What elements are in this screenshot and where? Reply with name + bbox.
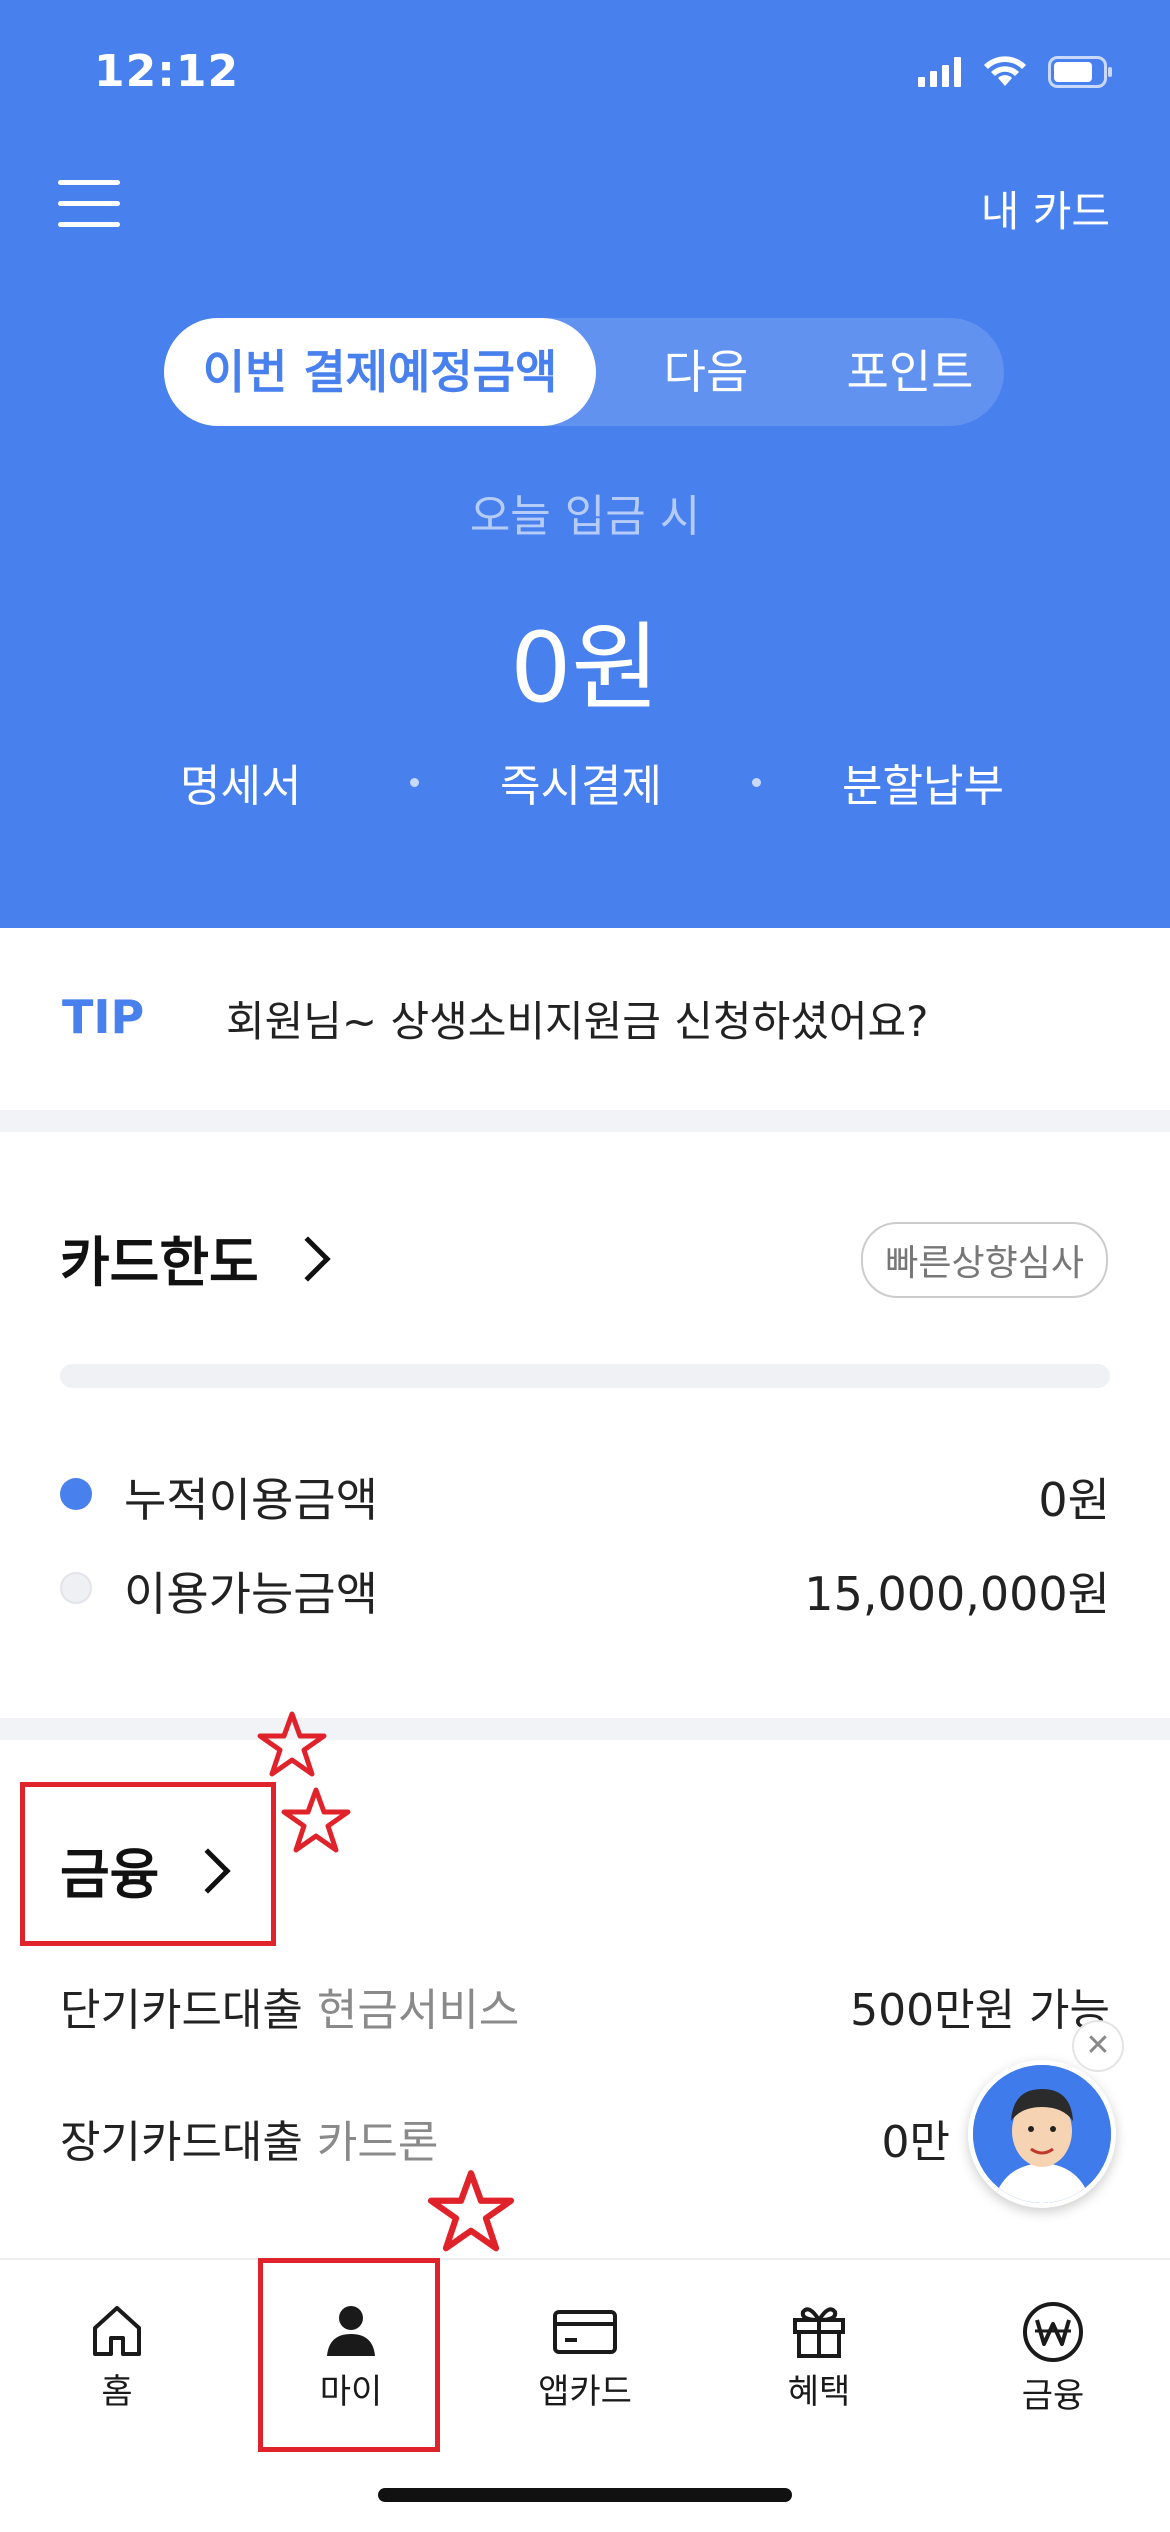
card-icon (553, 2310, 617, 2354)
tab-benefits[interactable]: 혜택 (702, 2300, 936, 2413)
card-loan-label: 카드론 (316, 2117, 439, 2168)
chevron-right-icon (284, 1236, 331, 1282)
tab-app-card-label: 앱카드 (538, 2372, 632, 2412)
card-loan-value: 0만 (881, 2117, 950, 2168)
signal-icon (918, 57, 961, 87)
chatbot-avatar-icon (973, 2065, 1111, 2203)
installment-link[interactable]: 분할납부 (842, 750, 1004, 814)
status-time: 12:12 (94, 46, 240, 97)
used-label: 누적이용금액 (124, 1473, 378, 1527)
tab-app-card[interactable]: 앱카드 (468, 2300, 702, 2413)
battery-icon (1048, 56, 1112, 88)
gift-icon (793, 2307, 845, 2358)
finance-row-cash-service[interactable]: 단기카드대출 현금서비스 500만원 가능 (60, 1974, 1110, 2044)
separator-dot (410, 778, 419, 787)
cash-service-label: 현금서비스 (316, 1985, 520, 2036)
hamburger-menu-icon[interactable] (58, 180, 120, 230)
tab-home[interactable]: 홈 (0, 2300, 234, 2413)
separator-dot (752, 778, 761, 787)
quick-limit-review-button[interactable]: 빠른상향심사 (861, 1222, 1108, 1298)
tab-points[interactable]: 포인트 (816, 318, 1004, 426)
annotation-star-icon (427, 2170, 515, 2252)
header-section: 12:12 내 카드 이번 결제예정금액 다음 포인트 오늘 입금 시 0원 명… (0, 0, 1170, 928)
available-value: 15,000,000원 (804, 1567, 1110, 1621)
tab-this-payment[interactable]: 이번 결제예정금액 (164, 318, 596, 426)
section-divider (0, 1110, 1170, 1132)
won-icon (1023, 2302, 1083, 2362)
card-limit-title[interactable]: 카드한도 (60, 1218, 331, 1297)
used-value: 0원 (1038, 1473, 1110, 1527)
today-deposit-label: 오늘 입금 시 (469, 491, 701, 542)
tab-finance[interactable]: 금융 (936, 2300, 1170, 2417)
section-divider (0, 1718, 1170, 1740)
home-icon (93, 2306, 141, 2356)
long-term-loan-label: 장기카드대출 (60, 2117, 303, 2168)
annotation-star-icon (257, 1711, 327, 1777)
limit-row-used: 누적이용금액 0원 (60, 1458, 1110, 1528)
limit-row-available: 이용가능금액 15,000,000원 (60, 1552, 1110, 1622)
tip-banner[interactable]: TIP 회원님~ 상생소비지원금 신청하셨어요? (0, 928, 1170, 1110)
available-legend-dot (60, 1572, 92, 1604)
tab-home-label: 홈 (101, 2372, 133, 2412)
chatbot-close-icon[interactable]: ✕ (1072, 2020, 1124, 2072)
short-term-loan-label: 단기카드대출 (60, 1985, 303, 2036)
used-legend-dot (60, 1478, 92, 1510)
card-limit-title-text: 카드한도 (60, 1231, 259, 1294)
finance-row-card-loan[interactable]: 장기카드대출 카드론 0만 (60, 2106, 1110, 2176)
cash-service-value: 500만원 가능 (850, 1985, 1110, 2036)
home-indicator (378, 2488, 792, 2502)
wifi-icon (984, 56, 1026, 86)
annotation-box-finance (20, 1782, 276, 1946)
payment-tabs: 이번 결제예정금액 다음 포인트 (164, 318, 1004, 426)
annotation-box-my-tab (258, 2258, 440, 2452)
my-card-link[interactable]: 내 카드 (981, 178, 1110, 239)
tab-finance-label: 금융 (1021, 2376, 1085, 2416)
tip-text: 회원님~ 상생소비지원금 신청하셨어요? (226, 997, 929, 1046)
limit-progress-bar (60, 1364, 1110, 1388)
tip-label: TIP (62, 990, 145, 1044)
chatbot-button[interactable] (968, 2060, 1116, 2208)
annotation-star-icon (281, 1787, 351, 1853)
available-label: 이용가능금액 (124, 1567, 378, 1621)
payment-amount: 0원 (510, 612, 660, 724)
payment-actions: 명세서 즉시결제 분할납부 (0, 750, 1170, 820)
tab-next[interactable]: 다음 (596, 318, 816, 426)
instant-pay-link[interactable]: 즉시결제 (500, 750, 662, 814)
tab-benefits-label: 혜택 (787, 2372, 851, 2412)
status-icons (918, 56, 1114, 88)
statement-link[interactable]: 명세서 (180, 750, 301, 814)
